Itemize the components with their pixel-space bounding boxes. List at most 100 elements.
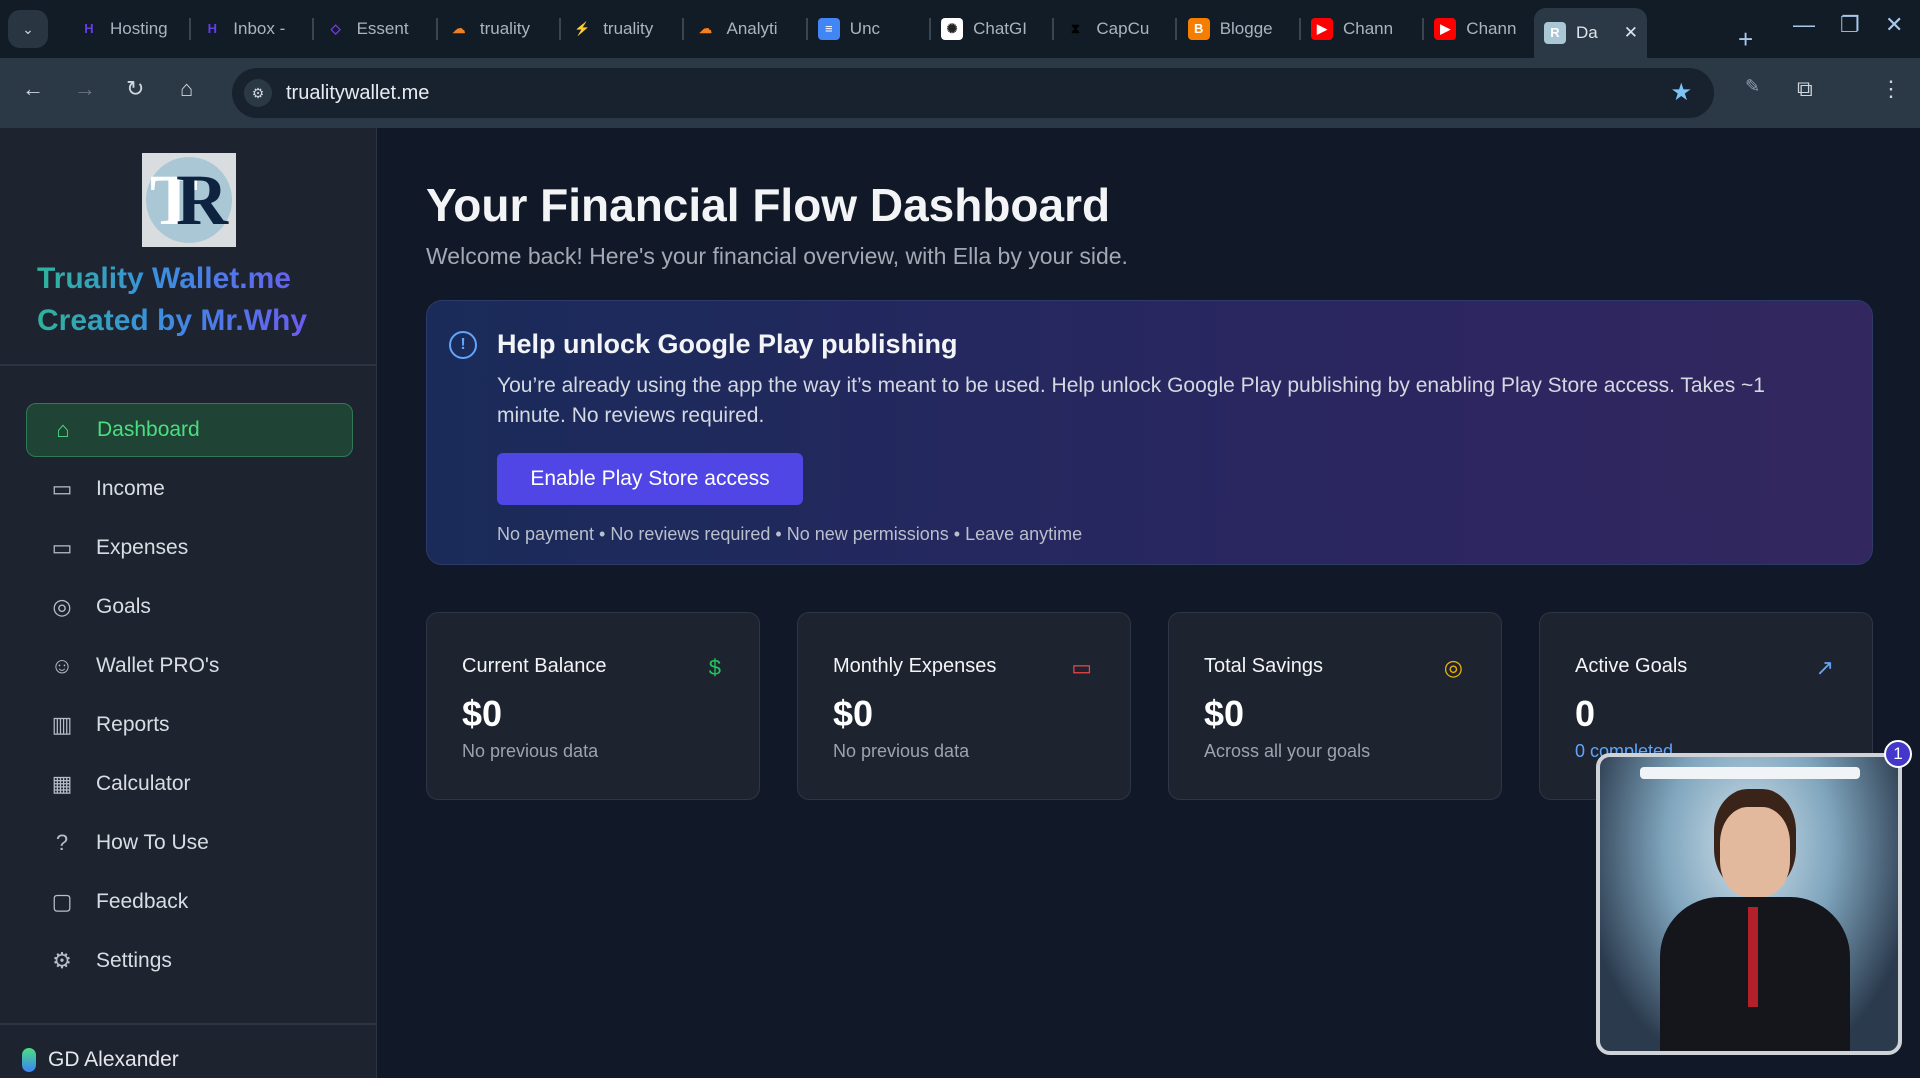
brand-line-1: Truality Wallet.me [37, 262, 291, 295]
bookmark-star-icon[interactable]: ★ [1670, 78, 1692, 107]
card-title: Active Goals [1575, 655, 1688, 677]
hostinger-mail-icon: H [207, 21, 217, 36]
tab-title: Inbox - [233, 19, 286, 38]
sidebar-item-label: Feedback [96, 890, 189, 913]
sidebar-item-wallet-pro-s[interactable]: ☺ Wallet PRO's [26, 639, 353, 693]
target-icon: ◎ [1443, 655, 1463, 680]
sidebar-item-calculator[interactable]: ▦ Calculator [26, 757, 353, 811]
openai-icon: ✺ [941, 18, 964, 40]
bar-chart-icon: ▥ [51, 712, 73, 737]
sidebar-item-reports[interactable]: ▥ Reports [26, 698, 353, 752]
back-button[interactable]: ← [22, 76, 44, 102]
close-tab-icon[interactable]: ✕ [1624, 23, 1638, 43]
tab-title: Essent [356, 19, 409, 38]
cloudflare-icon: ☁ [699, 21, 712, 36]
tab-title: ChatGI [973, 19, 1027, 38]
card-value: $0 [833, 693, 874, 734]
credit-card-icon: ▭ [51, 535, 73, 560]
dollar-icon: $ [708, 655, 721, 680]
sidebar-item-label: Income [96, 477, 165, 500]
browser-tab[interactable]: B Blogge [1178, 10, 1301, 48]
browser-tab[interactable]: ☁ Analyti [685, 10, 808, 48]
tab-title: Blogge [1219, 19, 1273, 38]
youtube-icon: ▶ [1434, 18, 1457, 40]
user-profile[interactable]: GD Alexander [22, 1048, 179, 1072]
browser-tab[interactable]: ▶ Chann [1424, 10, 1548, 48]
browser-tab[interactable]: R Da ✕ [1534, 8, 1647, 58]
supabase-icon: ⚡ [574, 21, 591, 36]
info-icon: ! [449, 331, 477, 359]
address-bar[interactable]: ⚙ trualitywallet.me ★ [232, 68, 1714, 118]
target-icon: ◎ [52, 594, 72, 619]
sidebar-item-label: How To Use [96, 831, 209, 854]
docs-icon: ≡ [817, 18, 840, 40]
browser-tab[interactable]: ⚡ truality [561, 10, 685, 48]
sidebar-item-income[interactable]: ▭ Income [26, 462, 353, 516]
capcut-icon: ⧗ [1070, 21, 1080, 36]
sidebar-item-label: Goals [96, 595, 151, 618]
browser-tab[interactable]: H Hosting [68, 10, 191, 48]
forward-button[interactable]: → [74, 76, 96, 102]
sidebar-item-label: Expenses [96, 536, 189, 559]
banner-fine-print: No payment • No reviews required • No ne… [497, 524, 1083, 544]
youtube-icon: ▶ [1311, 18, 1333, 40]
cloudflare-icon: ☁ [452, 21, 466, 36]
wallet-icon: ▭ [51, 476, 73, 501]
card-title: Current Balance [462, 655, 607, 677]
browser-tab[interactable]: ✺ ChatGI [931, 10, 1055, 48]
card-subtext: No previous data [833, 741, 970, 761]
notification-badge[interactable]: 1 [1884, 740, 1912, 768]
enable-play-store-button[interactable]: Enable Play Store access [497, 453, 803, 505]
divider [0, 1023, 377, 1025]
tab-title: truality [479, 19, 530, 38]
home-icon: ⌂ [56, 417, 70, 442]
help-circle-icon: ? [55, 830, 69, 855]
restore-button[interactable]: ❐ [1840, 12, 1860, 38]
sidebar-item-feedback[interactable]: ▢ Feedback [26, 875, 353, 929]
card-subtext: Across all your goals [1204, 741, 1371, 761]
page-title: Your Financial Flow Dashboard [426, 179, 1111, 231]
page-subtitle: Welcome back! Here's your financial over… [426, 243, 1128, 269]
sidebar-item-label: Settings [96, 949, 172, 972]
tab-search-button[interactable]: ⌄ [8, 10, 48, 48]
card-title: Monthly Expenses [833, 655, 997, 677]
sidebar-item-label: Dashboard [97, 418, 200, 441]
browser-tab[interactable]: ▶ Chann [1301, 10, 1424, 48]
url-text[interactable]: trualitywallet.me [286, 82, 429, 105]
browser-tab[interactable]: ☁ truality [438, 10, 561, 48]
card-value: $0 [1204, 693, 1245, 734]
new-tab-button[interactable]: + [1738, 24, 1753, 55]
sidebar: TR Truality Wallet.me Created by Mr.Why … [0, 128, 377, 1078]
card-value: 0 [1575, 693, 1596, 734]
tab-title: Da [1576, 23, 1598, 42]
minimize-button[interactable]: — [1793, 12, 1815, 38]
avatar [22, 1048, 36, 1072]
browser-tab[interactable]: H Inbox - [191, 10, 315, 48]
users-icon: ☺ [50, 653, 74, 678]
brand-line-2: Created by Mr.Why [37, 304, 308, 337]
reload-button[interactable]: ↻ [126, 76, 144, 102]
stat-card: Total Savings ◎ $0 Across all your goals [1168, 612, 1502, 800]
credit-card-icon: ▭ [1071, 655, 1092, 680]
extensions-icon[interactable]: ⧉ [1797, 76, 1813, 102]
sidebar-item-settings[interactable]: ⚙ Settings [26, 934, 353, 988]
sidebar-item-how-to-use[interactable]: ? How To Use [26, 816, 353, 870]
sidebar-item-dashboard[interactable]: ⌂ Dashboard [26, 403, 353, 457]
browser-tab[interactable]: ◇ Essent [315, 10, 438, 48]
truality-icon: R [1544, 22, 1566, 44]
home-button[interactable]: ⌂ [180, 76, 193, 102]
play-store-banner: ! Help unlock Google Play publishing You… [426, 300, 1873, 565]
browser-tab[interactable]: ≡ Unc [808, 10, 931, 48]
browser-tab[interactable]: ⧗ CapCu [1054, 10, 1178, 48]
close-window-button[interactable]: ✕ [1885, 12, 1903, 38]
ella-assistant-video[interactable] [1596, 753, 1902, 1055]
pen-extension-icon[interactable]: ✎ [1745, 76, 1760, 97]
sidebar-item-goals[interactable]: ◎ Goals [26, 580, 353, 634]
tab-title: Unc [849, 19, 881, 38]
tab-title: CapCu [1096, 19, 1150, 38]
browser-tab-bar: ⌄ H Hosting H Inbox - ◇ Essent ☁ truality ⚡ trual… [0, 0, 1920, 58]
site-settings-icon[interactable]: ⚙ [244, 79, 272, 107]
sidebar-item-expenses[interactable]: ▭ Expenses [26, 521, 353, 575]
browser-menu-icon[interactable]: ⋮ [1880, 76, 1902, 102]
user-name: GD Alexander [48, 1048, 179, 1071]
